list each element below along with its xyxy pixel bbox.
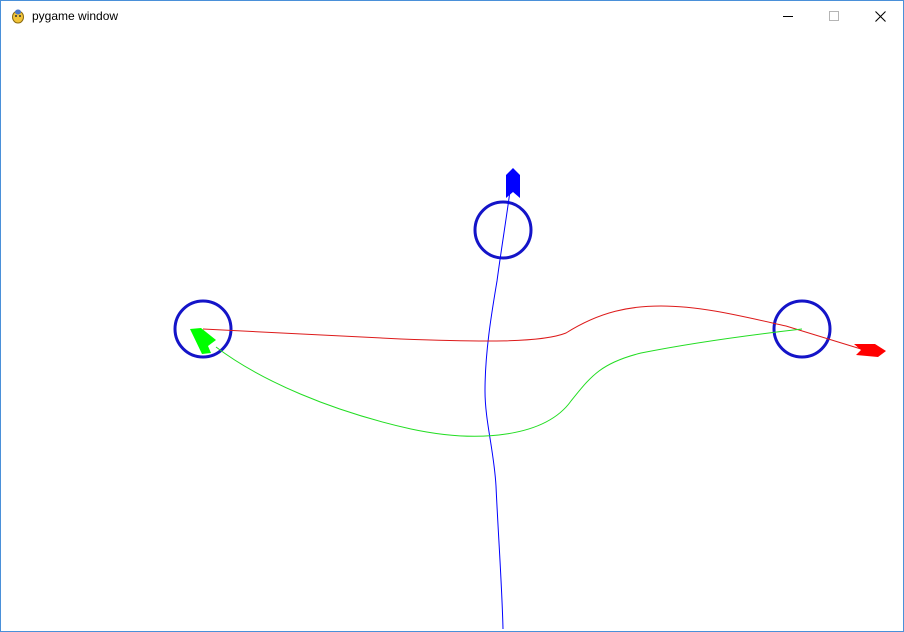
red-trail xyxy=(202,305,862,350)
window-title: pygame window xyxy=(32,9,119,23)
title-bar[interactable]: pygame window xyxy=(1,1,903,31)
window-controls xyxy=(765,1,903,31)
blue-agent-arrow xyxy=(506,168,520,198)
maximize-icon xyxy=(829,11,839,21)
waypoint-circle-top xyxy=(473,200,533,260)
close-icon xyxy=(874,10,886,22)
pygame-snake-icon xyxy=(12,9,24,24)
minimize-button[interactable] xyxy=(765,1,811,31)
game-canvas[interactable] xyxy=(1,31,903,631)
pygame-window: pygame window xyxy=(0,0,904,632)
green-agent-arrow xyxy=(190,328,216,354)
red-agent-arrow xyxy=(854,344,886,357)
maximize-button[interactable] xyxy=(811,1,857,31)
close-button[interactable] xyxy=(857,1,903,31)
green-trail xyxy=(215,328,803,437)
minimize-icon xyxy=(783,16,793,17)
